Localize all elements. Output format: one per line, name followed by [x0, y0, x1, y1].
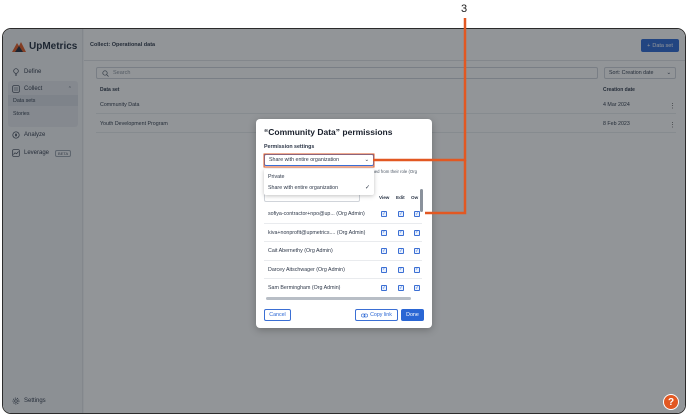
- permission-select[interactable]: Share with entire organization ⌄: [264, 154, 374, 166]
- user-name: Cait Abernethy (Org Admin): [268, 248, 333, 254]
- cancel-button[interactable]: Cancel: [264, 309, 291, 321]
- edit-checkbox[interactable]: ✓: [398, 229, 404, 236]
- edit-checkbox[interactable]: ✓: [398, 266, 404, 273]
- user-row: Sam Bermingham (Org Admin) ✓ ✓ ✓: [264, 279, 422, 297]
- permission-settings-label: Permission settings: [264, 144, 315, 150]
- edit-checkbox[interactable]: ✓: [398, 285, 404, 291]
- dialog-title: “Community Data” permissions: [264, 127, 393, 137]
- callout-number: 3: [461, 3, 468, 15]
- link-icon: [361, 313, 368, 317]
- edit-checkbox[interactable]: ✓: [398, 248, 404, 254]
- helper-text: gned from their role (Org: [370, 169, 418, 174]
- copy-link-button[interactable]: Copy link: [355, 309, 398, 321]
- column-header-edit: Edit: [396, 195, 405, 200]
- view-checkbox[interactable]: ✓: [381, 285, 387, 291]
- help-button[interactable]: ?: [663, 394, 679, 410]
- user-row: Darcey Aitschwager (Org Admin) ✓ ✓ ✓: [264, 261, 422, 279]
- own-checkbox[interactable]: ✓: [414, 285, 420, 291]
- option-share-org[interactable]: Share with entire organization: [268, 185, 338, 191]
- user-row: Cait Abernethy (Org Admin) ✓ ✓ ✓: [264, 242, 422, 261]
- vertical-scrollbar[interactable]: [420, 189, 423, 212]
- user-row: sofiya-contractor+npo@up... (Org Admin) …: [264, 205, 422, 224]
- user-name: Sam Bermingham (Org Admin): [268, 285, 341, 291]
- column-header-view: View: [379, 195, 390, 200]
- view-checkbox[interactable]: ✓: [381, 211, 387, 217]
- own-checkbox[interactable]: ✓: [414, 229, 420, 236]
- view-checkbox[interactable]: ✓: [381, 266, 387, 273]
- user-name: kiva+nonprofit@upmetrics.... (Org Admin): [268, 229, 366, 236]
- horizontal-scrollbar[interactable]: [266, 297, 411, 300]
- user-name: Darcey Aitschwager (Org Admin): [268, 266, 345, 273]
- user-row: kiva+nonprofit@upmetrics.... (Org Admin)…: [264, 224, 422, 242]
- own-checkbox[interactable]: ✓: [414, 248, 420, 254]
- check-icon: ✓: [364, 185, 370, 191]
- edit-checkbox[interactable]: ✓: [398, 211, 404, 217]
- user-permission-list: sofiya-contractor+npo@up... (Org Admin) …: [264, 205, 422, 297]
- own-checkbox[interactable]: ✓: [414, 266, 420, 273]
- done-button[interactable]: Done: [401, 309, 424, 321]
- column-header-own: Ow: [411, 195, 419, 200]
- option-private[interactable]: Private: [268, 174, 285, 180]
- view-checkbox[interactable]: ✓: [381, 248, 387, 254]
- permission-dropdown: Private Share with entire organization ✓: [264, 169, 374, 195]
- permissions-dialog: “Community Data” permissions Permission …: [256, 119, 432, 328]
- view-checkbox[interactable]: ✓: [381, 229, 387, 236]
- chevron-down-icon: ⌄: [364, 157, 369, 163]
- own-checkbox[interactable]: ✓: [414, 211, 420, 217]
- user-name: sofiya-contractor+npo@up... (Org Admin): [268, 211, 365, 217]
